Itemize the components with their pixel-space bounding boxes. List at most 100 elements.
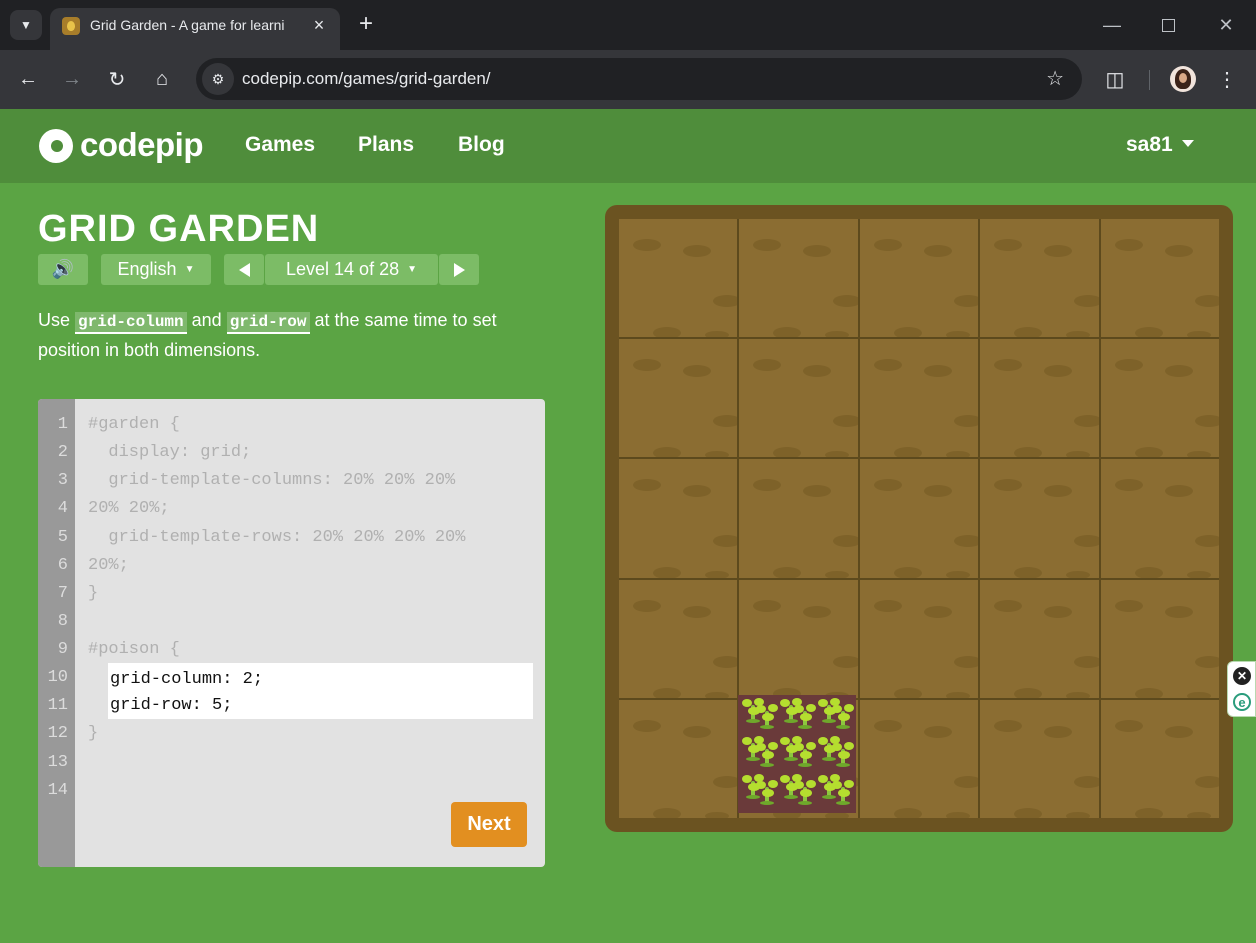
level-select[interactable]: Level 14 of 28 ▼ <box>265 254 438 285</box>
language-select[interactable]: English ▼ <box>101 254 211 285</box>
sound-toggle-button[interactable]: 🔊 <box>38 254 88 285</box>
garden-cell <box>739 459 858 578</box>
weed-part <box>798 763 812 767</box>
tab-strip: ▼ Grid Garden - A game for learni × + — … <box>0 0 1256 50</box>
garden-cell <box>859 459 979 578</box>
garden-cell <box>859 579 979 698</box>
garden-cell <box>859 699 979 818</box>
extensions-icon[interactable]: ◫ <box>1100 64 1130 94</box>
browser-tab[interactable]: Grid Garden - A game for learni × <box>50 8 340 50</box>
line-number: 5 <box>57 528 68 547</box>
weed-part <box>832 705 842 713</box>
favicon-icon <box>62 17 80 35</box>
garden-cell <box>859 219 979 338</box>
home-button[interactable]: ⌂ <box>147 64 177 94</box>
weed-part <box>768 780 778 788</box>
weed-part <box>742 737 752 745</box>
level-label: Level 14 of 28 <box>286 259 400 279</box>
extension-e-icon[interactable]: e <box>1233 693 1251 711</box>
site-header: codepip Games Plans Blog sa81 <box>0 109 1256 183</box>
maximize-icon <box>1161 18 1175 32</box>
weed-part <box>844 780 854 788</box>
tab-title: Grid Garden - A game for learni <box>90 17 285 33</box>
code-line: grid-template-columns: 20% 20% 20% <box>88 471 456 490</box>
weed-sprite <box>754 703 780 729</box>
instructions-text: and <box>186 310 227 330</box>
caret-down-icon: ▼ <box>184 264 195 275</box>
close-tab-icon[interactable]: × <box>308 14 330 36</box>
garden-cell <box>619 219 738 338</box>
weed-part <box>800 789 812 797</box>
address-bar[interactable]: ⚙ codepip.com/games/grid-garden/ ☆ <box>196 58 1082 100</box>
next-button[interactable]: Next <box>451 802 527 847</box>
nav-plans-link[interactable]: Plans <box>358 133 414 157</box>
weed-part <box>780 775 790 783</box>
garden-cell <box>980 579 1099 698</box>
logo-text[interactable]: codepip <box>80 126 204 164</box>
weed-part <box>844 742 854 750</box>
weed-part <box>756 743 766 751</box>
garden-cell <box>739 339 858 458</box>
weed-part <box>756 781 766 789</box>
weed-part <box>806 742 816 750</box>
css-code-input[interactable] <box>108 663 533 719</box>
weed-part <box>818 737 828 745</box>
user-menu-caret-icon[interactable] <box>1182 140 1194 147</box>
weed-part <box>742 775 752 783</box>
forward-button[interactable]: → <box>57 64 87 94</box>
weed-part <box>768 704 778 712</box>
language-label: English <box>117 259 177 279</box>
weed-part <box>818 775 828 783</box>
codepip-logo-icon[interactable] <box>39 129 73 163</box>
garden-grid <box>619 219 1219 818</box>
line-number: 14 <box>47 781 68 800</box>
reload-button[interactable]: ↻ <box>102 64 132 94</box>
user-menu[interactable]: sa81 <box>1126 133 1173 157</box>
weed-part <box>794 781 804 789</box>
line-number: 13 <box>47 753 68 772</box>
minimize-button[interactable]: — <box>1092 10 1132 40</box>
grid-row-term: grid-row <box>226 312 310 334</box>
weed-part <box>798 801 812 805</box>
bookmark-star-icon[interactable]: ☆ <box>1046 66 1064 91</box>
weed-part <box>838 751 850 759</box>
garden-cell <box>619 579 738 698</box>
close-icon[interactable]: ✕ <box>1233 667 1251 685</box>
weed-part <box>780 737 790 745</box>
line-number: 2 <box>57 443 68 462</box>
weed-part <box>806 704 816 712</box>
arrow-right-icon <box>453 262 465 277</box>
new-tab-button[interactable]: + <box>352 10 380 38</box>
weed-part <box>780 699 790 707</box>
browser-toolbar: ← → ↻ ⌂ ⚙ codepip.com/games/grid-garden/… <box>0 50 1256 109</box>
nav-blog-link[interactable]: Blog <box>458 133 505 157</box>
weed-part <box>838 713 850 721</box>
weed-part <box>800 713 812 721</box>
back-button[interactable]: ← <box>13 64 43 94</box>
garden-cell <box>980 219 1099 338</box>
tab-search-button[interactable]: ▼ <box>10 10 42 40</box>
code-line: } <box>88 584 99 603</box>
weed-part <box>742 699 752 707</box>
weed-sprite <box>754 741 780 767</box>
weed-part <box>836 801 850 805</box>
code-line: 20% 20%; <box>88 499 170 518</box>
nav-games-link[interactable]: Games <box>245 133 315 157</box>
garden-cell <box>1100 459 1219 578</box>
garden-cell <box>1100 699 1219 818</box>
url-text[interactable]: codepip.com/games/grid-garden/ <box>242 69 491 89</box>
next-level-button[interactable] <box>439 254 479 285</box>
browser-menu-icon[interactable]: ⋮ <box>1214 64 1240 94</box>
line-number: 1 <box>57 415 68 434</box>
profile-avatar[interactable] <box>1170 66 1196 92</box>
previous-level-button[interactable] <box>224 254 264 285</box>
code-line: } <box>88 724 99 743</box>
weed-part <box>800 751 812 759</box>
maximize-button[interactable] <box>1148 10 1188 40</box>
garden-cell <box>739 219 858 338</box>
site-info-icon[interactable]: ⚙ <box>202 63 234 95</box>
garden-cell <box>619 459 738 578</box>
code-line: #poison { <box>88 640 180 659</box>
close-window-button[interactable]: ✕ <box>1206 10 1246 40</box>
instructions-text: Use <box>38 310 76 330</box>
